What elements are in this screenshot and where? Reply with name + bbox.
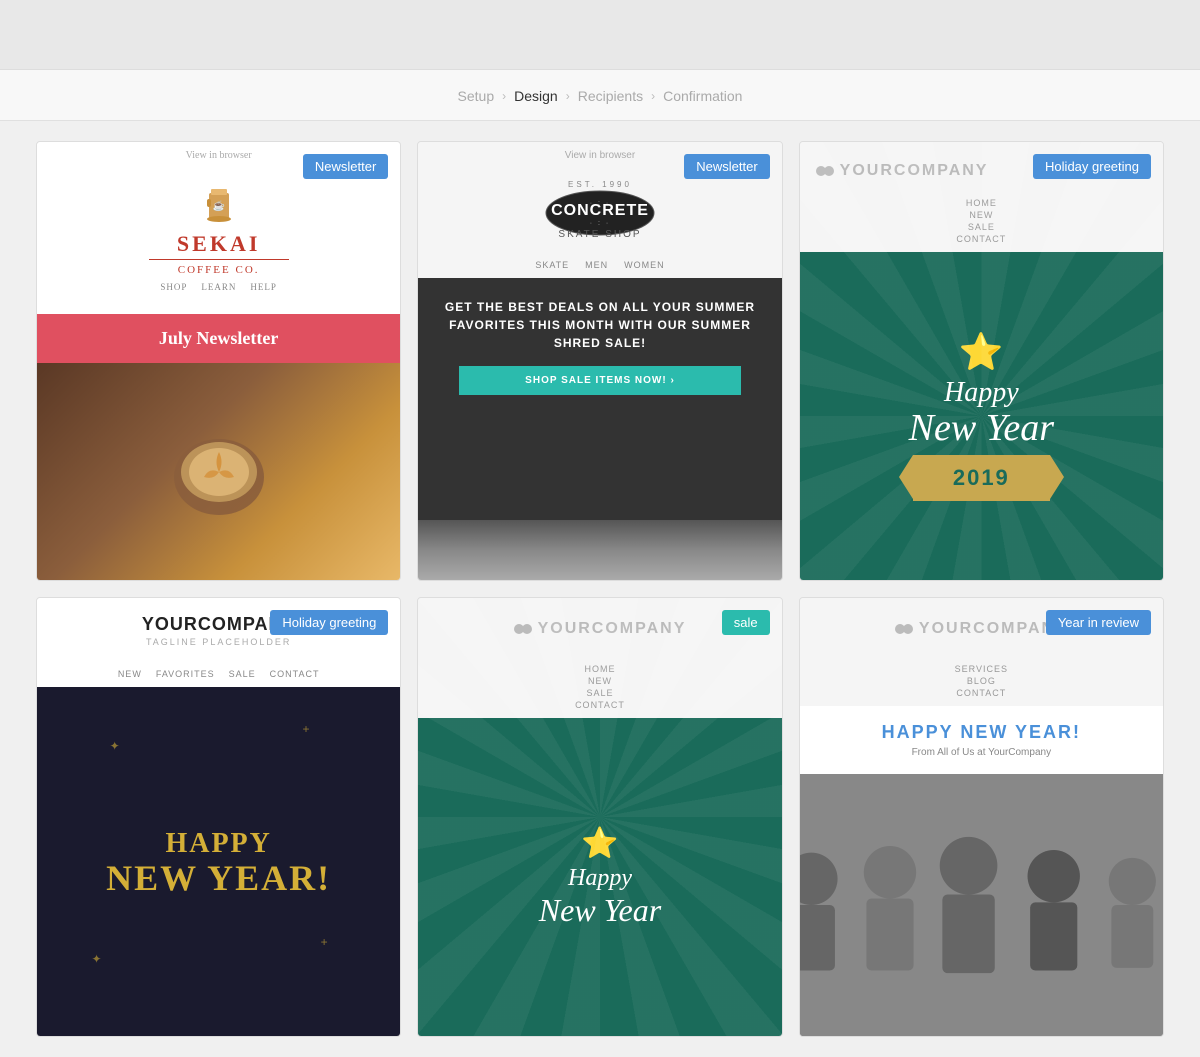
svg-text:· : ·: · : · xyxy=(590,220,611,227)
sekai-nav: SHOP LEARN HELP xyxy=(53,276,384,298)
sekai-nav-shop: SHOP xyxy=(160,282,187,292)
card1-content: View in browser ☕ SEKAI COFFEE CO. SHOP … xyxy=(37,142,400,580)
breadcrumb-recipients[interactable]: Recipients xyxy=(578,88,643,104)
card2-bottom-image xyxy=(418,520,781,580)
card6-photo xyxy=(800,774,1163,1036)
card6-happy-new-year: HAPPY NEW YEAR! xyxy=(816,722,1147,743)
card2-promo: GET THE BEST DEALS ON ALL YOUR SUMMER FA… xyxy=(418,278,781,520)
svg-text:SKATE SHOP: SKATE SHOP xyxy=(558,229,641,240)
card1-coffee-image xyxy=(37,363,400,580)
card3-year-ribbon: 2019 xyxy=(913,455,1050,501)
sparkle-3: ✦ xyxy=(91,952,101,966)
card4-tagline: TAGLINE PLACEHOLDER xyxy=(53,637,384,647)
breadcrumb-design[interactable]: Design xyxy=(514,88,558,104)
card4-nav-sale: SALE xyxy=(229,669,256,679)
template-card-6[interactable]: Year in review YOURCOMPANY SERVICESBLOGC… xyxy=(799,597,1164,1037)
sekai-brand-name: SEKAI xyxy=(53,233,384,255)
card6-content: YOURCOMPANY SERVICESBLOGCONTACT HAPPY NE… xyxy=(800,598,1163,1036)
svg-text:CONCRETE: CONCRETE xyxy=(551,202,649,219)
card6-white-section: HAPPY NEW YEAR! From All of Us at YourCo… xyxy=(800,706,1163,774)
template-card-1[interactable]: Newsletter View in browser ☕ SEKAI COFFE… xyxy=(36,141,401,581)
card3-content: YOURCOMPANY HOMENEWSALECONTACT ⭐ Happy N… xyxy=(800,142,1163,580)
card6-from-text: From All of Us at YourCompany xyxy=(816,747,1147,758)
template-card-2[interactable]: Newsletter View in browser EST. 1990 · :… xyxy=(417,141,782,581)
card2-nav: SKATE MEN WOMEN xyxy=(418,256,781,278)
card2-nav-men: MEN xyxy=(585,260,608,270)
svg-text:☕: ☕ xyxy=(212,199,224,212)
card2-content: View in browser EST. 1990 · : · CONCRETE… xyxy=(418,142,781,580)
card2-shop-btn[interactable]: SHOP SALE ITEMS NOW! › xyxy=(459,366,741,395)
card1-header: ☕ SEKAI COFFEE CO. SHOP LEARN HELP xyxy=(37,165,400,314)
concrete-logo-icon: EST. 1990 · : · CONCRETE · : · SKATE SHO… xyxy=(540,175,660,250)
sekai-nav-help: HELP xyxy=(250,282,277,292)
sparkle-2: + xyxy=(302,722,309,736)
card4-dark-banner: ✦ + ✦ + HAPPY NEW YEAR! xyxy=(37,687,400,1036)
card4-happy-text: HAPPY xyxy=(165,828,271,860)
card2-nav-skate: SKATE xyxy=(535,260,569,270)
template-grid: Newsletter View in browser ☕ SEKAI COFFE… xyxy=(0,121,1200,1057)
card2-promo-text: GET THE BEST DEALS ON ALL YOUR SUMMER FA… xyxy=(434,298,765,352)
sparkle-4: + xyxy=(321,935,328,949)
breadcrumb-setup[interactable]: Setup xyxy=(458,88,495,104)
sparkle-1: ✦ xyxy=(110,739,120,753)
card2-nav-women: WOMEN xyxy=(624,260,665,270)
badge-newsletter-1: Newsletter xyxy=(303,154,388,179)
latte-art-icon xyxy=(169,422,269,522)
company-logo-icon-6 xyxy=(895,620,913,638)
breadcrumb-separator-3: › xyxy=(651,89,655,103)
coffee-cup-icon: ☕ xyxy=(201,181,237,227)
sunburst-5 xyxy=(417,597,782,1037)
breadcrumb-separator-2: › xyxy=(566,89,570,103)
card4-nav-favorites: FAVORITES xyxy=(156,669,215,679)
team-photo-icon xyxy=(800,774,1163,1036)
badge-holiday-1: Holiday greeting xyxy=(1033,154,1151,179)
template-card-4[interactable]: Holiday greeting YOURCOMPANY TAGLINE PLA… xyxy=(36,597,401,1037)
breadcrumb: Setup › Design › Recipients › Confirmati… xyxy=(0,70,1200,121)
badge-holiday-2: Holiday greeting xyxy=(270,610,388,635)
card1-banner: July Newsletter xyxy=(37,314,400,363)
sekai-nav-learn: LEARN xyxy=(201,282,236,292)
card6-nav: SERVICESBLOGCONTACT xyxy=(800,660,1163,706)
sekai-brand-sub: COFFEE CO. xyxy=(53,264,384,276)
badge-newsletter-2: Newsletter xyxy=(684,154,769,179)
badge-year-review: Year in review xyxy=(1046,610,1151,635)
svg-text:EST. 1990: EST. 1990 xyxy=(568,180,632,189)
template-card-5[interactable]: sale YOURCOMPANY HOMENEWSALECONTACT ⭐ Ha… xyxy=(417,597,782,1037)
card5-teal-banner: ⭐ Happy New Year xyxy=(418,718,781,1036)
card4-new-year-text: NEW YEAR! xyxy=(106,860,331,896)
breadcrumb-confirmation[interactable]: Confirmation xyxy=(663,88,742,104)
top-bar xyxy=(0,0,1200,70)
card4-nav: NEW FAVORITES SALE CONTACT xyxy=(37,663,400,687)
card5-content: YOURCOMPANY HOMENEWSALECONTACT ⭐ Happy N… xyxy=(418,598,781,1036)
card3-new-year-banner: ⭐ Happy New Year 2019 xyxy=(800,252,1163,580)
card4-nav-new: NEW xyxy=(118,669,142,679)
card4-content: YOURCOMPANY TAGLINE PLACEHOLDER NEW FAVO… xyxy=(37,598,400,1036)
card4-your: YOUR xyxy=(142,614,198,634)
sunburst-3 xyxy=(799,141,1164,581)
breadcrumb-separator-1: › xyxy=(502,89,506,103)
card4-nav-contact: CONTACT xyxy=(270,669,320,679)
badge-sale: sale xyxy=(722,610,770,635)
template-card-3[interactable]: Holiday greeting YOURCOMPANY HOMENEWSALE… xyxy=(799,141,1164,581)
